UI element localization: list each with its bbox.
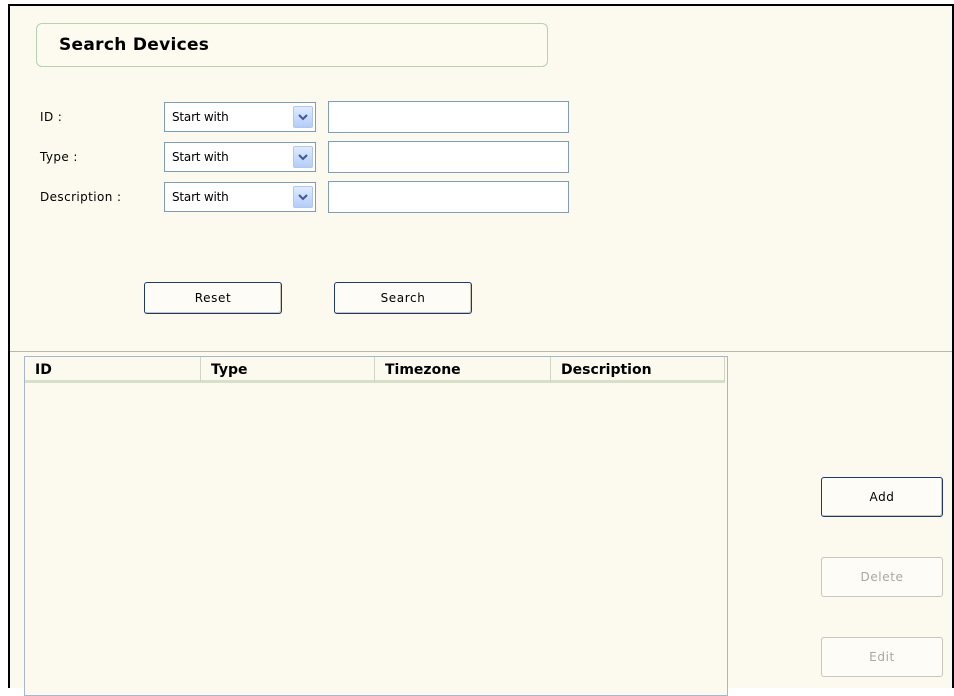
section-divider xyxy=(10,351,952,352)
edit-button[interactable]: Edit xyxy=(821,637,943,677)
column-header-id[interactable]: ID xyxy=(25,357,201,383)
type-search-input[interactable] xyxy=(328,141,569,173)
description-operator-value: Start with xyxy=(172,190,229,204)
chevron-down-icon[interactable] xyxy=(293,186,313,208)
reset-button[interactable]: Reset xyxy=(144,282,282,314)
results-table: ID Type Timezone Description xyxy=(24,356,728,696)
device-search-panel: Search Devices ID : Start with Type : St… xyxy=(8,4,954,696)
id-label: ID : xyxy=(40,110,63,124)
type-operator-select[interactable]: Start with xyxy=(164,142,316,172)
type-operator-value: Start with xyxy=(172,150,229,164)
description-label: Description : xyxy=(40,190,122,204)
id-search-input[interactable] xyxy=(328,101,569,133)
title-box: Search Devices xyxy=(36,23,548,67)
type-label: Type : xyxy=(40,150,78,164)
add-button[interactable]: Add xyxy=(821,477,943,517)
description-operator-select[interactable]: Start with xyxy=(164,182,316,212)
column-header-description[interactable]: Description xyxy=(551,357,725,383)
id-operator-value: Start with xyxy=(172,110,229,124)
description-search-input[interactable] xyxy=(328,181,569,213)
column-header-type[interactable]: Type xyxy=(201,357,375,383)
chevron-down-icon[interactable] xyxy=(293,106,313,128)
chevron-down-icon[interactable] xyxy=(293,146,313,168)
search-button[interactable]: Search xyxy=(334,282,472,314)
delete-button[interactable]: Delete xyxy=(821,557,943,597)
id-operator-select[interactable]: Start with xyxy=(164,102,316,132)
page-title: Search Devices xyxy=(59,35,210,55)
column-header-timezone[interactable]: Timezone xyxy=(375,357,551,383)
table-header: ID Type Timezone Description xyxy=(25,357,727,387)
